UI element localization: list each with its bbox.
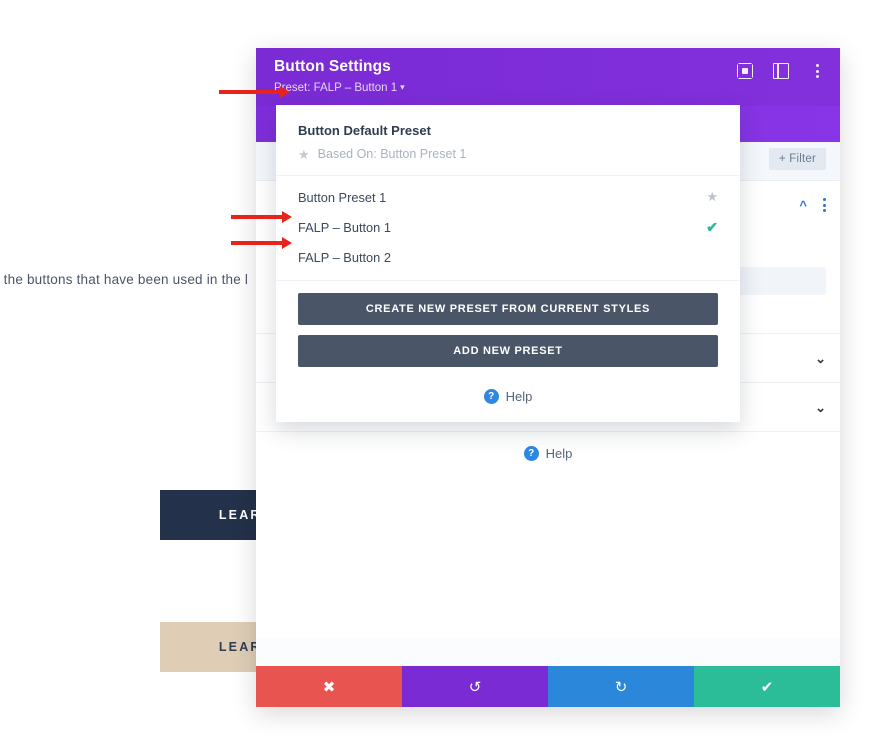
preset-item-label: FALP – Button 1: [298, 220, 391, 235]
section-options-icon[interactable]: [823, 198, 826, 212]
filter-button[interactable]: + Filter: [768, 148, 826, 170]
preset-selector[interactable]: Preset: FALP – Button 1 ▾: [274, 81, 405, 95]
annotation-arrow-falp-button-2: [231, 237, 292, 249]
split-view-icon[interactable]: [772, 62, 790, 80]
preset-default-title: Button Default Preset: [298, 123, 431, 138]
preset-selector-label: Preset: FALP – Button 1: [274, 82, 398, 94]
preset-based-on-label: Based On: Button Preset 1: [317, 147, 467, 161]
help-icon: ?: [523, 446, 539, 461]
modal-header: Button Settings Preset: FALP – Button 1 ▾: [256, 48, 840, 106]
help-icon: ?: [483, 389, 499, 404]
annotation-arrow-falp-button-1: [231, 211, 292, 223]
add-new-preset-button[interactable]: ADD NEW PRESET: [298, 335, 718, 367]
preset-default-block: Button Default Preset ★ Based On: Button…: [276, 105, 740, 176]
annotation-arrow-preset-label: [219, 86, 290, 98]
preset-list: Button Preset 1 ★ FALP – Button 1 ✔ FALP…: [276, 176, 740, 281]
modal-action-bar: ✖ ↺ ↻ ✔: [256, 666, 840, 707]
chevron-up-icon: ^: [799, 197, 807, 213]
preset-help-link[interactable]: ? Help: [276, 381, 740, 414]
create-new-preset-button[interactable]: CREATE NEW PRESET FROM CURRENT STYLES: [298, 293, 718, 325]
preset-item-label: Button Preset 1: [298, 189, 387, 205]
save-button[interactable]: ✔: [694, 666, 840, 707]
chevron-down-icon: ⌄: [815, 399, 826, 415]
preset-item-label: FALP – Button 2: [298, 250, 391, 265]
preset-help-label: Help: [505, 389, 533, 404]
chevron-down-icon: ⌄: [815, 350, 826, 366]
preset-based-on-row: ★ Based On: Button Preset 1: [298, 147, 718, 161]
cancel-button[interactable]: ✖: [256, 666, 402, 707]
modal-help-link[interactable]: ? Help: [256, 432, 840, 461]
focus-mode-icon[interactable]: [736, 62, 754, 80]
star-icon[interactable]: ★: [706, 189, 718, 205]
modal-header-icons: [736, 62, 826, 80]
redo-button[interactable]: ↻: [548, 666, 694, 707]
preset-dropdown: Button Default Preset ★ Based On: Button…: [276, 105, 740, 422]
undo-button[interactable]: ↺: [402, 666, 548, 707]
preset-item-falp-button-1[interactable]: FALP – Button 1 ✔: [276, 212, 740, 243]
preset-item-button-preset-1[interactable]: Button Preset 1 ★: [276, 182, 740, 212]
star-icon: ★: [298, 146, 310, 162]
more-options-icon[interactable]: [808, 62, 826, 80]
preset-item-falp-button-2[interactable]: FALP – Button 2: [276, 243, 740, 272]
modal-help-label: Help: [545, 446, 573, 461]
preset-actions: CREATE NEW PRESET FROM CURRENT STYLES AD…: [276, 281, 740, 381]
screenshot-root: d the buttons that have been used in the…: [0, 0, 880, 754]
chevron-down-icon: ▾: [400, 82, 405, 92]
background-paragraph: d the buttons that have been used in the…: [0, 272, 249, 287]
check-icon: ✔: [706, 219, 718, 235]
